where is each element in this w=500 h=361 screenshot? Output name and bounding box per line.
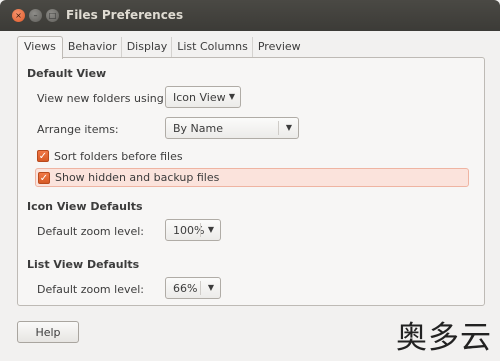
- arrange-items-value: By Name: [173, 121, 224, 135]
- sort-folders-checkbox[interactable]: ✓: [37, 150, 49, 162]
- help-button[interactable]: Help: [17, 321, 79, 343]
- view-new-folders-select[interactable]: Icon View ▼: [165, 86, 241, 108]
- default-view-heading: Default View: [27, 67, 107, 80]
- watermark-logo: 奥多云: [396, 320, 492, 356]
- chevron-down-icon: ▼: [285, 123, 292, 132]
- show-hidden-checkbox-row[interactable]: ✓ Show hidden and backup files: [35, 168, 469, 187]
- combo-separator: [200, 223, 201, 237]
- list-view-zoom-value: 66%: [173, 281, 198, 295]
- tab-list-columns[interactable]: List Columns: [172, 37, 253, 58]
- chevron-down-icon: ▼: [207, 225, 214, 234]
- combo-separator: [200, 281, 201, 295]
- tab-bar: Views Behavior Display List Columns Prev…: [17, 36, 305, 59]
- show-hidden-checkbox[interactable]: ✓: [38, 171, 50, 184]
- combo-separator: [278, 121, 279, 135]
- view-new-folders-value: Icon View: [173, 90, 226, 104]
- maximize-icon[interactable]: □: [46, 9, 59, 22]
- minimize-icon[interactable]: –: [29, 9, 42, 22]
- tab-behavior[interactable]: Behavior: [63, 37, 122, 58]
- icon-view-zoom-label: Default zoom level:: [37, 225, 144, 238]
- sort-folders-checkbox-row[interactable]: ✓ Sort folders before files: [37, 148, 183, 164]
- tab-preview[interactable]: Preview: [253, 37, 305, 58]
- list-view-zoom-select[interactable]: 66% ▼: [165, 277, 221, 299]
- title-bar: × – □ Files Preferences: [0, 0, 500, 31]
- window-title: Files Preferences: [66, 8, 184, 22]
- view-new-folders-label: View new folders using:: [37, 92, 168, 105]
- tab-display[interactable]: Display: [122, 37, 173, 58]
- tab-views[interactable]: Views: [17, 36, 63, 59]
- list-view-defaults-heading: List View Defaults: [27, 258, 140, 271]
- chevron-down-icon: ▼: [228, 92, 235, 101]
- close-icon[interactable]: ×: [12, 9, 25, 22]
- list-view-zoom-label: Default zoom level:: [37, 283, 144, 296]
- chevron-down-icon: ▼: [207, 283, 214, 292]
- show-hidden-label: Show hidden and backup files: [55, 171, 220, 184]
- icon-view-zoom-select[interactable]: 100% ▼: [165, 219, 221, 241]
- sort-folders-label: Sort folders before files: [54, 149, 183, 163]
- icon-view-defaults-heading: Icon View Defaults: [27, 200, 143, 213]
- arrange-items-select[interactable]: By Name ▼: [165, 117, 299, 139]
- arrange-items-label: Arrange items:: [37, 123, 119, 136]
